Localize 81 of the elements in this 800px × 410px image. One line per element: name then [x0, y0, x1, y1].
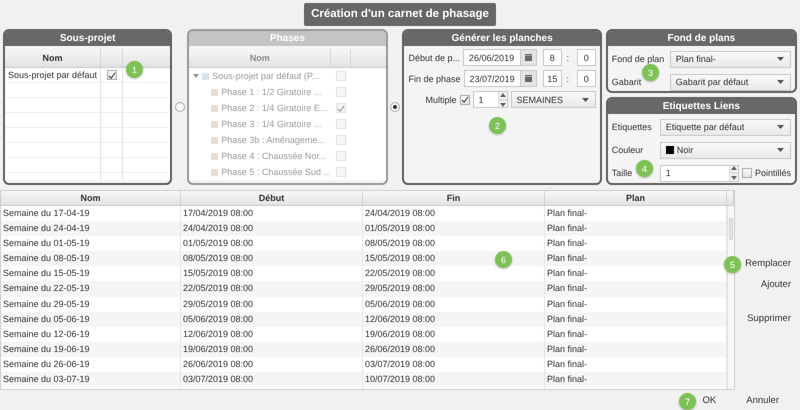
- time-separator: :: [565, 52, 570, 62]
- dropdown-caret-icon: [777, 125, 784, 129]
- dropdown-caret-icon: [777, 80, 784, 84]
- field-label: Couleur: [612, 145, 644, 155]
- table-cell: 26/06/2019 08:00: [363, 342, 545, 357]
- table-cell: 19/06/2019 08:00: [181, 342, 363, 357]
- field-label: Multiple: [425, 94, 456, 104]
- calendar-icon: [524, 54, 532, 61]
- field-label: Fond de plan: [612, 54, 664, 64]
- number-spinner[interactable]: 1: [660, 164, 739, 182]
- minute-field[interactable]: 0: [576, 49, 596, 66]
- layer-icon: [211, 152, 218, 160]
- dropdown[interactable]: Plan final-: [670, 50, 791, 68]
- dropdown-caret-icon: [777, 148, 784, 152]
- layer-icon: [211, 88, 218, 96]
- dropdown-caret-icon: [582, 98, 589, 102]
- layer-icon: [211, 104, 218, 112]
- layer-icon: [211, 136, 218, 144]
- dialog-button[interactable]: OK: [700, 392, 720, 408]
- table-cell: Semaine du 24-04-19: [1, 221, 181, 236]
- radio-button[interactable]: [174, 102, 185, 112]
- scrollbar[interactable]: [727, 206, 734, 389]
- panel-title: Phases: [189, 31, 386, 46]
- dialog-button[interactable]: Annuler: [743, 392, 782, 408]
- field-label: Taille: [612, 168, 632, 178]
- table-cell: 03/07/2019 08:00: [181, 372, 363, 388]
- date-field[interactable]: 26/06/2019: [463, 49, 537, 66]
- checkbox[interactable]: [106, 70, 116, 80]
- hour-field[interactable]: 15: [542, 70, 562, 87]
- table-cell: 10/07/2019 08:00: [363, 372, 545, 388]
- panel-title: Etiquettes Liens: [608, 99, 795, 114]
- dropdown[interactable]: SEMAINES: [510, 91, 596, 108]
- table-cell: Semaine du 19-06-19: [1, 342, 181, 357]
- action-button[interactable]: Ajouter: [758, 277, 794, 292]
- calendar-icon: [524, 75, 532, 82]
- table-cell: 05/06/2019 08:00: [181, 312, 363, 327]
- checkbox-label: Pointillés: [754, 168, 791, 178]
- table-cell: 29/05/2019 08:00: [363, 281, 545, 297]
- minute-field[interactable]: 0: [576, 70, 596, 87]
- layer-icon: [211, 120, 218, 128]
- field-label: Fin de phase: [408, 74, 461, 84]
- column-header[interactable]: Plan: [545, 191, 727, 206]
- window-title: Création d'un carnet de phasage: [304, 3, 496, 26]
- spinner-arrows-icon[interactable]: [728, 166, 738, 180]
- table-cell: Semaine du 03-07-19: [1, 372, 181, 388]
- field-label: Etiquettes: [612, 122, 652, 132]
- checkbox[interactable]: [742, 168, 752, 178]
- table-cell: 08/05/2019 08:00: [181, 251, 363, 266]
- table-cell: 01/05/2019 08:00: [363, 221, 545, 236]
- table-cell: Sous-projet par défaut: [5, 68, 101, 82]
- panel-title: Fond de plans: [608, 31, 795, 46]
- checkbox[interactable]: [460, 94, 470, 104]
- panel-title: Générer les planches: [404, 31, 600, 46]
- action-button[interactable]: Remplacer: [742, 256, 794, 271]
- dropdown[interactable]: Etiquette par défaut: [660, 118, 791, 136]
- column-header[interactable]: Nom: [1, 191, 181, 206]
- number-spinner[interactable]: 1: [472, 91, 508, 108]
- dropdown[interactable]: Noir: [660, 142, 791, 158]
- panel-title: Sous-projet: [5, 31, 170, 46]
- spinner-arrows-icon[interactable]: [498, 92, 506, 107]
- column-header[interactable]: Début: [181, 191, 363, 206]
- table-cell: 12/06/2019 08:00: [363, 312, 545, 327]
- callout-badge: 7: [679, 393, 696, 410]
- layer-icon: [202, 72, 210, 80]
- dropdown[interactable]: Gabarit par défaut: [670, 74, 791, 90]
- date-field[interactable]: 23/07/2019: [464, 70, 537, 87]
- table-cell: 24/04/2019 08:00: [181, 221, 363, 236]
- table-cell: Semaine du 22-05-19: [1, 281, 181, 297]
- layer-icon: [211, 168, 218, 176]
- radio-button[interactable]: [390, 102, 400, 112]
- dropdown-caret-icon: [777, 57, 784, 61]
- field-label: Début de p...: [408, 52, 460, 62]
- table-cell: Semaine du 05-06-19: [1, 312, 181, 327]
- time-separator: :: [565, 74, 570, 84]
- table-cell: 22/05/2019 08:00: [181, 281, 363, 297]
- hour-field[interactable]: 8: [542, 49, 562, 66]
- table-cell: Semaine du 08-05-19: [1, 251, 181, 266]
- callout-badge: 5: [724, 256, 741, 273]
- field-label: Gabarit: [612, 77, 642, 87]
- action-button[interactable]: Supprimer: [744, 311, 794, 326]
- column-header[interactable]: Fin: [363, 191, 545, 206]
